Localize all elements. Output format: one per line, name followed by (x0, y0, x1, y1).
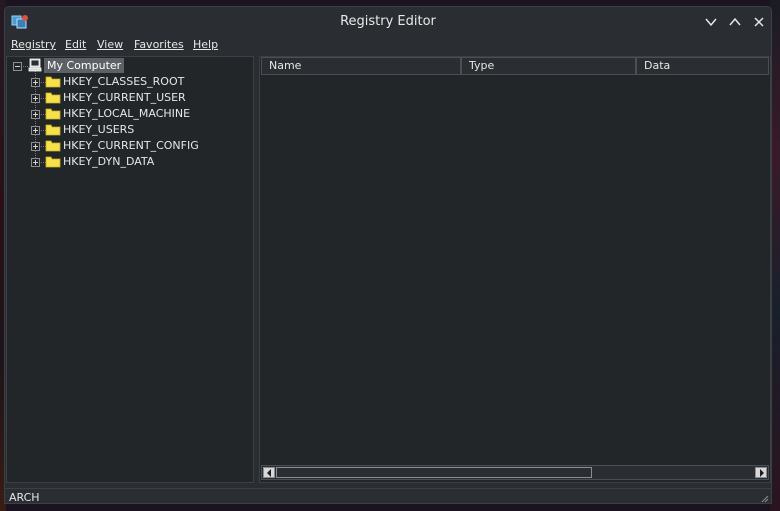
folder-icon (45, 76, 61, 88)
scroll-right-button[interactable] (755, 467, 767, 478)
menu-edit[interactable]: Edit (65, 38, 86, 51)
status-text: ARCH (9, 491, 40, 504)
menu-registry[interactable]: Registry (11, 38, 56, 51)
expand-toggle[interactable] (31, 142, 40, 151)
computer-icon (28, 58, 42, 72)
tree-item-label: HKEY_CURRENT_USER (63, 91, 186, 104)
menu-favorites-label: Favorites (134, 38, 184, 51)
expand-toggle[interactable] (31, 110, 40, 119)
expand-toggle[interactable] (31, 126, 40, 135)
expand-toggle[interactable] (31, 78, 40, 87)
menu-view-label: View (97, 38, 124, 51)
title-bar[interactable]: Registry Editor (5, 7, 771, 37)
folder-icon (45, 140, 61, 152)
tree-item-label: HKEY_CURRENT_CONFIG (63, 139, 199, 152)
collapse-toggle[interactable] (13, 62, 22, 71)
folder-icon (45, 108, 61, 120)
tree-item-my-computer[interactable]: My Computer (7, 58, 253, 74)
tree-item-hkey-dyn-data[interactable]: HKEY_DYN_DATA (7, 154, 253, 170)
registry-editor-window: Registry Editor Registry Edit View Favor… (4, 6, 772, 504)
chevron-up-icon[interactable] (727, 14, 743, 30)
menu-help[interactable]: Help (193, 38, 218, 51)
arrow-right-icon (760, 469, 764, 477)
close-icon[interactable] (751, 14, 767, 30)
tree-item-hkey-users[interactable]: HKEY_USERS (7, 122, 253, 138)
menu-registry-label: Registry (11, 38, 57, 51)
arrow-left-icon (267, 469, 271, 477)
chevron-down-icon[interactable] (703, 14, 719, 30)
tree-item-label: HKEY_USERS (63, 123, 135, 136)
menu-view[interactable]: View (97, 38, 123, 51)
tree-item-label: HKEY_LOCAL_MACHINE (63, 107, 191, 120)
folder-icon (45, 92, 61, 104)
registry-tree[interactable]: My Computer HKEY_CLASSES_ROOT HKEY_CURRE… (6, 56, 254, 483)
expand-toggle[interactable] (31, 158, 40, 167)
expand-toggle[interactable] (31, 94, 40, 103)
scroll-left-button[interactable] (263, 467, 275, 478)
column-header-type[interactable]: Type (461, 57, 636, 75)
window-title: Registry Editor (340, 14, 436, 29)
status-bar: ARCH (5, 488, 771, 504)
tree-item-hkey-current-user[interactable]: HKEY_CURRENT_USER (7, 90, 253, 106)
menu-favorites[interactable]: Favorites (134, 38, 184, 51)
tree-item-hkey-current-config[interactable]: HKEY_CURRENT_CONFIG (7, 138, 253, 154)
folder-icon (45, 124, 61, 136)
tree-item-label: HKEY_DYN_DATA (63, 155, 155, 168)
menu-edit-label: Edit (65, 38, 87, 51)
folder-icon (45, 156, 61, 168)
tree-item-hkey-local-machine[interactable]: HKEY_LOCAL_MACHINE (7, 106, 253, 122)
column-header-data[interactable]: Data (636, 57, 769, 75)
list-header: Name Type Data (260, 57, 770, 75)
menu-bar: Registry Edit View Favorites Help (5, 37, 771, 55)
tree-item-hkey-classes-root[interactable]: HKEY_CLASSES_ROOT (7, 74, 253, 90)
scroll-thumb[interactable] (276, 467, 592, 478)
resize-grip-icon[interactable] (759, 493, 769, 503)
menu-help-label: Help (193, 38, 219, 51)
horizontal-scrollbar[interactable] (261, 465, 769, 480)
column-header-name[interactable]: Name (261, 57, 461, 75)
values-list[interactable]: Name Type Data (259, 56, 771, 483)
tree-item-label: My Computer (44, 58, 125, 73)
tree-item-label: HKEY_CLASSES_ROOT (63, 75, 185, 88)
